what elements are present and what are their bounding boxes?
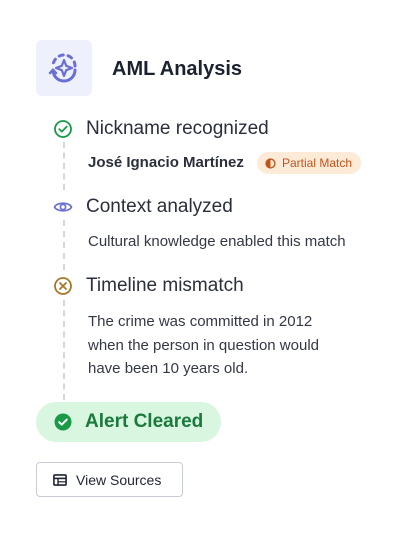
badge-label: Partial Match — [282, 156, 353, 170]
timeline-connector — [63, 142, 65, 190]
view-sources-button[interactable]: View Sources — [36, 462, 183, 497]
page-title: AML Analysis — [112, 58, 243, 80]
table-icon — [53, 473, 67, 486]
matched-name: José Ignacio Martínez — [88, 154, 244, 171]
alert-cleared-banner: Alert Cleared — [36, 402, 221, 442]
status-badge: Partial Match — [257, 152, 362, 174]
aml-analysis-card: AML Analysis Nickname recognized José Ig… — [0, 0, 400, 538]
view-sources-label: View Sources — [76, 471, 162, 488]
step-description-context: Cultural knowledge enabled this match — [88, 233, 346, 250]
step-title-context: Context analyzed — [86, 196, 233, 217]
x-circle-icon — [53, 276, 73, 296]
check-circle-icon — [53, 119, 73, 139]
step-description-timeline: The crime was committed in 2012 when the… — [88, 310, 319, 381]
check-circle-filled-icon — [54, 413, 72, 431]
description-line: have been 10 years old. — [88, 360, 249, 377]
alert-label: Alert Cleared — [85, 411, 204, 432]
description-line: when the person in question would — [88, 336, 319, 354]
half-circle-icon — [265, 157, 276, 169]
sparkle-refresh-icon — [36, 40, 92, 96]
step-title-timeline: Timeline mismatch — [86, 275, 244, 296]
step-title-nickname: Nickname recognized — [86, 118, 269, 139]
timeline-connector — [63, 300, 65, 400]
eye-icon — [53, 197, 73, 217]
timeline-connector — [63, 220, 65, 270]
description-line: The crime was committed in 2012 — [88, 313, 313, 330]
